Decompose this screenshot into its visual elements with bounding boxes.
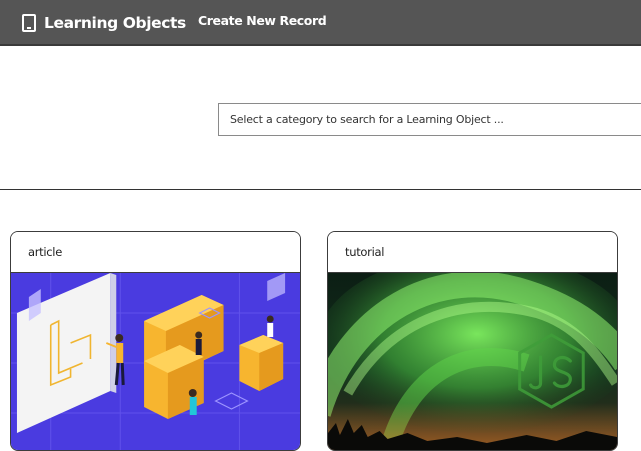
brand-title: Learning Objects bbox=[44, 14, 186, 32]
isometric-illustration bbox=[11, 273, 300, 450]
aurora-illustration bbox=[328, 273, 617, 450]
card-header: tutorial bbox=[328, 232, 617, 273]
section-divider bbox=[0, 189, 641, 190]
card-category: article bbox=[28, 245, 62, 259]
category-search[interactable] bbox=[218, 103, 641, 136]
create-new-record-link[interactable]: Create New Record bbox=[198, 13, 327, 28]
category-search-input[interactable] bbox=[219, 104, 641, 135]
top-navbar: Learning Objects Create New Record bbox=[0, 0, 641, 46]
card-category: tutorial bbox=[345, 245, 385, 259]
card-image-tutorial bbox=[328, 273, 617, 450]
card-image-article bbox=[11, 273, 300, 450]
brand-link[interactable]: Learning Objects bbox=[22, 10, 186, 36]
tablet-icon bbox=[22, 14, 36, 32]
learning-object-card-article[interactable]: article bbox=[10, 231, 301, 451]
card-header: article bbox=[11, 232, 300, 273]
learning-object-card-tutorial[interactable]: tutorial bbox=[327, 231, 618, 451]
